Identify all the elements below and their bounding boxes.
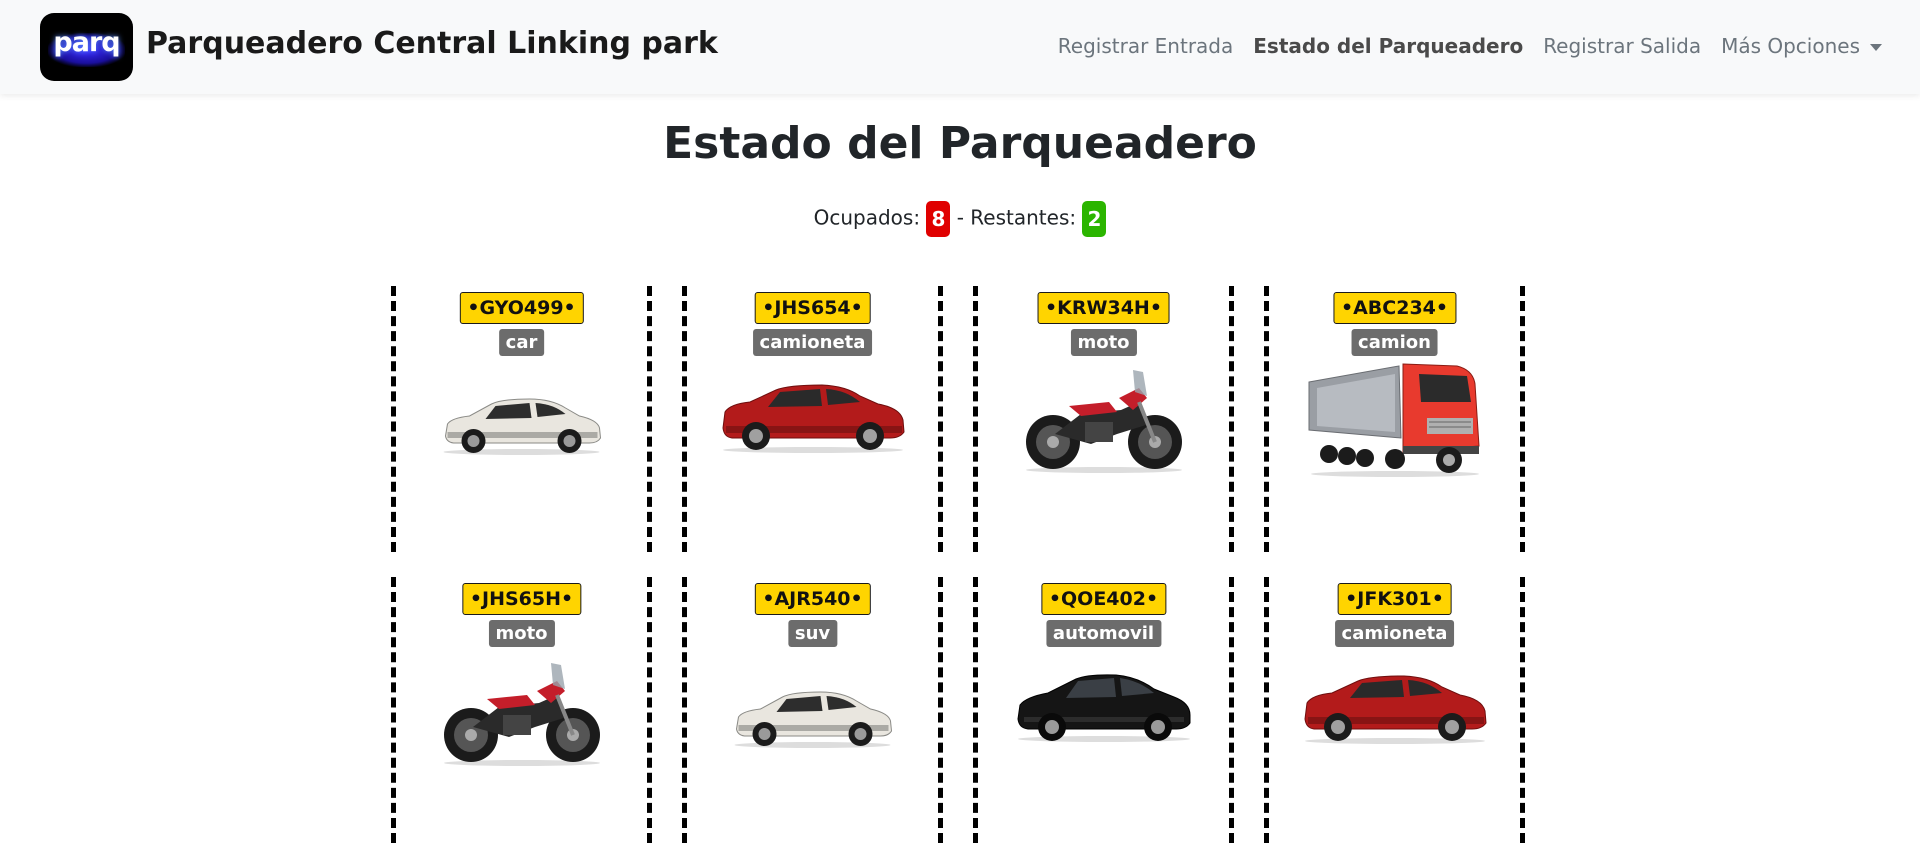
nav-estado-parqueadero[interactable]: Estado del Parqueadero <box>1253 34 1523 58</box>
occupancy-summary: Ocupados: 8 - Restantes: 2 <box>0 201 1920 237</box>
parking-slot[interactable]: •KRW34H• moto <box>973 286 1234 552</box>
brand-name[interactable]: Parqueadero Central Linking park <box>146 26 718 61</box>
nav-registrar-salida[interactable]: Registrar Salida <box>1543 34 1701 58</box>
license-plate: •GYO499• <box>459 292 584 324</box>
vehicle-type-badge: camioneta <box>752 329 873 356</box>
navbar: parq Parqueadero Central Linking park Re… <box>0 0 1920 94</box>
parking-slot[interactable]: •AJR540• suv <box>682 577 943 843</box>
remaining-count-badge: 2 <box>1082 201 1107 237</box>
parking-slot[interactable]: •QOE402• automovil <box>973 577 1234 843</box>
suv-red-icon <box>1303 675 1487 744</box>
nav-links: Registrar Entrada Estado del Parqueadero… <box>1058 34 1882 58</box>
logo-text: parq <box>53 27 120 58</box>
license-plate: •JHS65H• <box>461 583 582 615</box>
license-plate: •JFK301• <box>1337 583 1452 615</box>
remaining-label: Restantes: <box>970 205 1077 230</box>
suv-red-icon <box>721 384 905 453</box>
license-plate: •ABC234• <box>1332 292 1457 324</box>
motorcycle-icon <box>443 663 600 766</box>
vehicle-type-badge: moto <box>1070 329 1137 356</box>
logo[interactable]: parq <box>40 13 133 81</box>
license-plate: •KRW34H• <box>1037 292 1170 324</box>
vehicle-type-badge: moto <box>488 620 555 647</box>
occupied-label: Ocupados: <box>813 205 921 230</box>
parking-slot[interactable]: •JFK301• camioneta <box>1264 577 1525 843</box>
license-plate: •QOE402• <box>1040 583 1167 615</box>
vehicle-type-badge: car <box>498 329 545 356</box>
suv-white-icon <box>734 691 892 748</box>
parking-slot[interactable]: •GYO499• car <box>391 286 652 552</box>
hatchback-black-icon <box>1016 674 1190 742</box>
vehicle-type-badge: camioneta <box>1334 620 1455 647</box>
nav-mas-opciones-dropdown[interactable]: Más Opciones <box>1721 34 1882 58</box>
occupied-count-badge: 8 <box>926 201 951 237</box>
suv-white-icon <box>443 398 601 455</box>
nav-registrar-entrada[interactable]: Registrar Entrada <box>1058 34 1233 58</box>
chevron-down-icon <box>1870 44 1882 51</box>
truck-icon <box>1308 363 1480 477</box>
motorcycle-icon <box>1025 370 1182 473</box>
parking-grid: •GYO499• car •JHS654• camioneta •KRW34H•… <box>391 286 1531 843</box>
separator: - <box>956 205 964 230</box>
license-plate: •AJR540• <box>754 583 871 615</box>
parking-slot[interactable]: •JHS654• camioneta <box>682 286 943 552</box>
vehicle-type-badge: suv <box>787 620 838 647</box>
parking-slot[interactable]: •JHS65H• moto <box>391 577 652 843</box>
vehicle-type-badge: automovil <box>1045 620 1162 647</box>
parking-slot[interactable]: •ABC234• camion <box>1264 286 1525 552</box>
nav-mas-opciones-label: Más Opciones <box>1721 34 1860 58</box>
license-plate: •JHS654• <box>754 292 871 324</box>
page-title: Estado del Parqueadero <box>663 118 1257 169</box>
vehicle-type-badge: camion <box>1351 329 1438 356</box>
